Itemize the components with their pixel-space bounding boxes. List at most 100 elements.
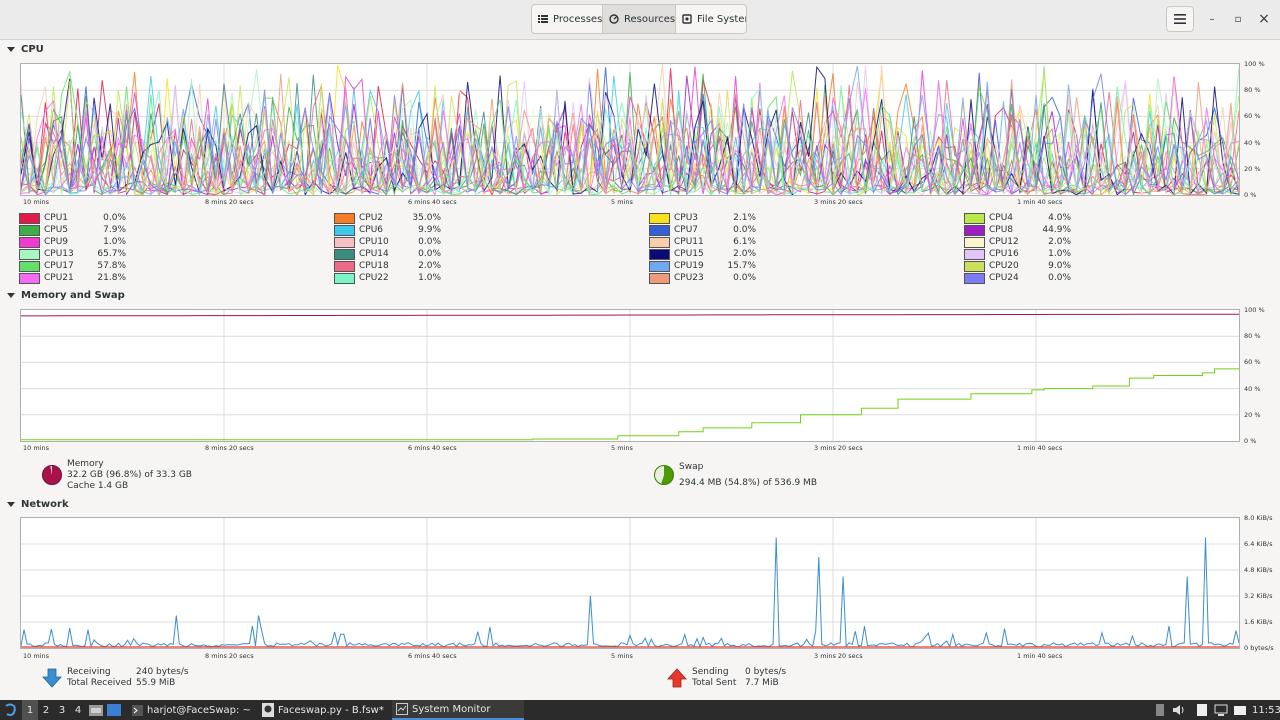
network-section-header[interactable]: Network — [7, 499, 69, 510]
cpu-usage-value: 0.0% — [1048, 273, 1071, 283]
close-button[interactable]: × — [1253, 8, 1275, 30]
cpu-legend-item[interactable]: CPU23 0.0% — [649, 272, 756, 284]
color-swatch[interactable] — [964, 248, 985, 260]
color-swatch[interactable] — [964, 260, 985, 272]
workspace-3[interactable]: 3 — [54, 700, 70, 720]
cpu-legend-item[interactable]: CPU17 57.8% — [19, 260, 126, 272]
file-manager-launcher[interactable] — [89, 700, 103, 720]
cpu-legend-item[interactable]: CPU21 21.8% — [19, 272, 126, 284]
swap-pie-icon[interactable] — [654, 465, 674, 485]
cpu-legend-item[interactable]: CPU24 0.0% — [964, 272, 1071, 284]
cpu-usage-value: 21.8% — [97, 273, 126, 283]
color-swatch[interactable] — [649, 212, 670, 224]
cpu-legend-item[interactable]: CPU5 7.9% — [19, 224, 126, 236]
workspace-4[interactable]: 4 — [70, 700, 86, 720]
color-swatch[interactable] — [334, 212, 355, 224]
color-swatch[interactable] — [649, 248, 670, 260]
tab-resources[interactable]: Resources — [603, 4, 676, 34]
total-received-value: 55.9 MiB — [136, 678, 176, 688]
tab-processes[interactable]: Processes — [531, 4, 603, 34]
cpu-legend-item[interactable]: CPU15 2.0% — [649, 248, 756, 260]
cpu-name: CPU18 — [359, 261, 389, 271]
folder-icon — [89, 705, 103, 716]
tab-file-systems[interactable]: File Syster — [676, 4, 747, 34]
send-arrow-icon[interactable] — [667, 668, 687, 688]
color-swatch[interactable] — [334, 224, 355, 236]
cpu-section-header[interactable]: CPU — [7, 44, 44, 55]
cpu-usage-value: 2.0% — [1048, 237, 1071, 247]
color-swatch[interactable] — [19, 212, 40, 224]
cpu-legend-item[interactable]: CPU8 44.9% — [964, 224, 1071, 236]
y-tick-label: 0 bytes/s — [1244, 644, 1274, 652]
minimize-button[interactable]: – — [1201, 8, 1223, 30]
cpu-legend-item[interactable]: CPU3 2.1% — [649, 212, 756, 224]
color-swatch[interactable] — [334, 236, 355, 248]
color-swatch[interactable] — [19, 236, 40, 248]
start-menu-button[interactable] — [3, 700, 17, 720]
cpu-name: CPU22 — [359, 273, 389, 283]
cpu-usage-value: 1.0% — [418, 273, 441, 283]
cpu-legend-item[interactable]: CPU14 0.0% — [334, 248, 441, 260]
workspace-2[interactable]: 2 — [38, 700, 54, 720]
color-swatch[interactable] — [19, 224, 40, 236]
clock[interactable]: 11:53 — [1252, 700, 1280, 720]
cpu-legend: CPU1 0.0% CPU2 35.0% CPU3 2.1% CPU4 4.0% CPU5 7.9… — [19, 212, 1259, 284]
workspace-1[interactable]: 1 — [22, 700, 38, 720]
cpu-legend-item[interactable]: CPU2 35.0% — [334, 212, 441, 224]
cpu-legend-item[interactable]: CPU1 0.0% — [19, 212, 126, 224]
memory-detail: 32.2 GB (96.8%) of 33.3 GB — [67, 470, 192, 480]
cpu-legend-item[interactable]: CPU20 9.0% — [964, 260, 1071, 272]
taskbar-task-terminal[interactable]: harjot@FaceSwap: ~ — [128, 700, 255, 720]
taskbar-task-faceswap[interactable]: Faceswap.py - B.fsw* — [258, 700, 388, 720]
cpu-legend-item[interactable]: CPU4 4.0% — [964, 212, 1071, 224]
battery-icon[interactable] — [1153, 703, 1167, 717]
color-swatch[interactable] — [334, 272, 355, 284]
cpu-legend-item[interactable]: CPU13 65.7% — [19, 248, 126, 260]
clipboard-icon[interactable] — [1195, 703, 1209, 717]
color-swatch[interactable] — [964, 224, 985, 236]
receive-legend: Receiving 240 bytes/s Total Received 55.9 … — [67, 667, 189, 689]
cpu-name: CPU14 — [359, 249, 389, 259]
files-tray-icon[interactable] — [1233, 703, 1247, 717]
cpu-legend-item[interactable]: CPU7 0.0% — [649, 224, 756, 236]
send-legend: Sending 0 bytes/s Total Sent 7.7 MiB — [692, 667, 786, 689]
cpu-name: CPU24 — [989, 273, 1019, 283]
cpu-legend-item[interactable]: CPU16 1.0% — [964, 248, 1071, 260]
receive-arrow-icon[interactable] — [42, 668, 62, 688]
cpu-usage-value: 4.0% — [1048, 213, 1071, 223]
memory-section-header[interactable]: Memory and Swap — [7, 290, 125, 301]
cpu-legend-item[interactable]: CPU18 2.0% — [334, 260, 441, 272]
color-swatch[interactable] — [649, 272, 670, 284]
cpu-legend-item[interactable]: CPU19 15.7% — [649, 260, 756, 272]
color-swatch[interactable] — [334, 248, 355, 260]
cpu-legend-item[interactable]: CPU11 6.1% — [649, 236, 756, 248]
cpu-usage-value: 9.9% — [418, 225, 441, 235]
cpu-name: CPU10 — [359, 237, 389, 247]
cpu-legend-item[interactable]: CPU10 0.0% — [334, 236, 441, 248]
maximize-button[interactable]: ▫ — [1227, 8, 1249, 30]
cpu-legend-item[interactable]: CPU6 9.9% — [334, 224, 441, 236]
color-swatch[interactable] — [964, 236, 985, 248]
network-tray-icon[interactable] — [1214, 703, 1228, 717]
cpu-legend-item[interactable]: CPU12 2.0% — [964, 236, 1071, 248]
cpu-legend-item[interactable]: CPU9 1.0% — [19, 236, 126, 248]
color-swatch[interactable] — [649, 236, 670, 248]
color-swatch[interactable] — [964, 272, 985, 284]
cpu-name: CPU20 — [989, 261, 1019, 271]
cpu-graph — [20, 63, 1240, 196]
memory-label: Memory — [67, 459, 104, 469]
cpu-legend-item[interactable]: CPU22 1.0% — [334, 272, 441, 284]
color-swatch[interactable] — [964, 212, 985, 224]
color-swatch[interactable] — [649, 260, 670, 272]
volume-icon[interactable] — [1172, 703, 1186, 717]
color-swatch[interactable] — [19, 248, 40, 260]
color-swatch[interactable] — [19, 272, 40, 284]
color-swatch[interactable] — [19, 260, 40, 272]
x-tick-label: 10 mins — [23, 198, 49, 206]
taskbar-task-system-monitor[interactable]: System Monitor — [392, 700, 524, 720]
color-swatch[interactable] — [334, 260, 355, 272]
color-swatch[interactable] — [649, 224, 670, 236]
memory-pie-icon[interactable] — [42, 465, 62, 485]
desktop-launcher[interactable] — [107, 700, 121, 720]
main-menu-button[interactable] — [1166, 6, 1194, 32]
